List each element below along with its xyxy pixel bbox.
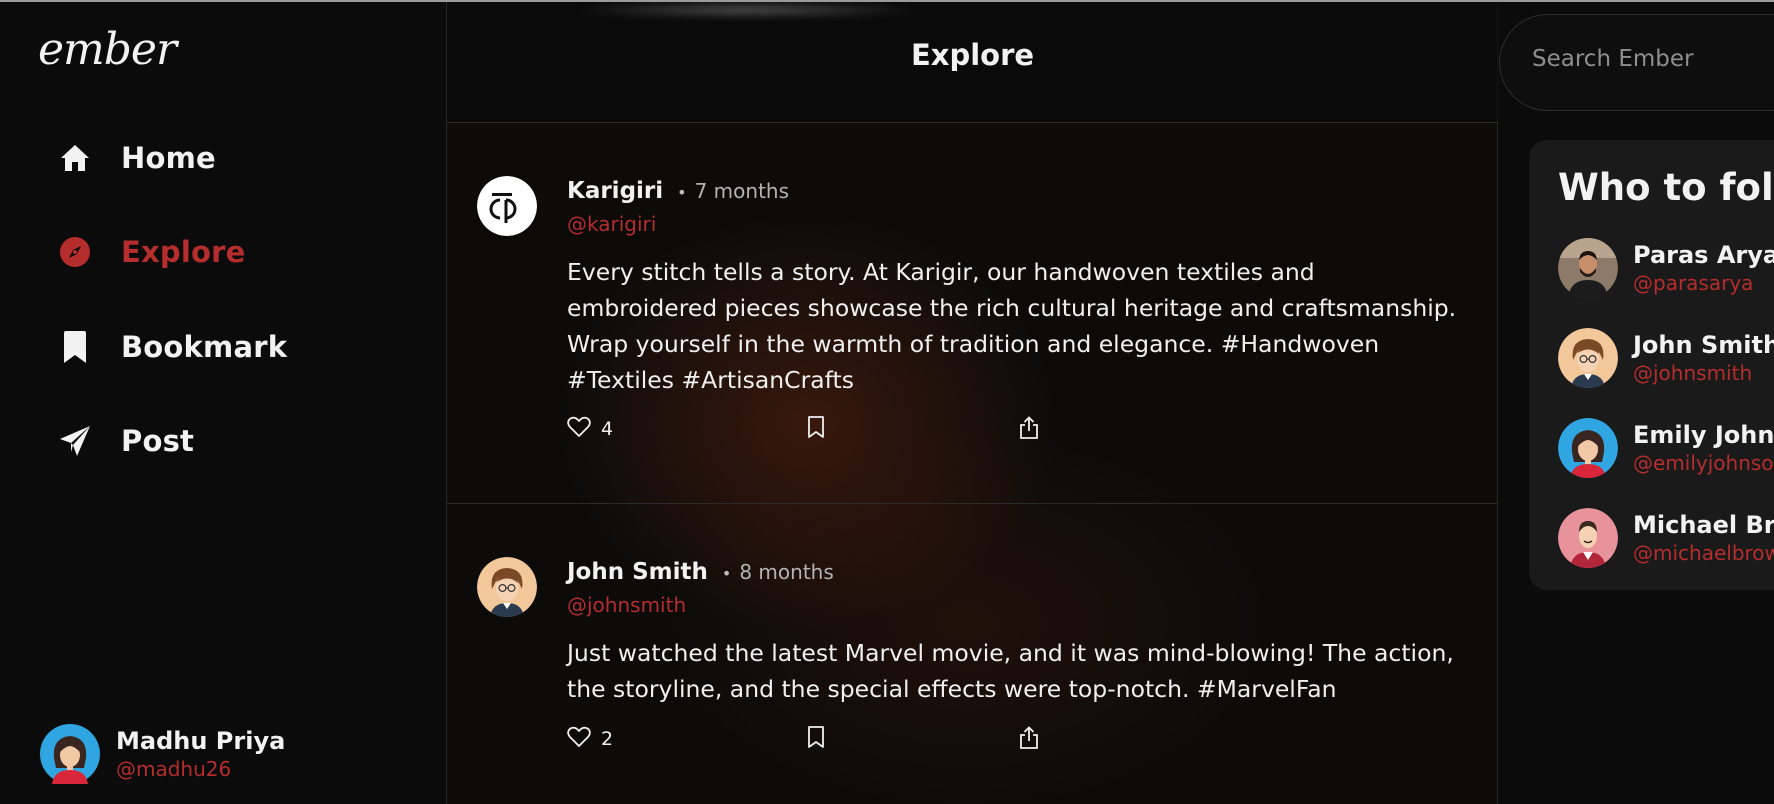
nav-item-post[interactable]: Post (55, 416, 385, 466)
follow-text: Michael Brown @michaelbrown (1633, 511, 1774, 565)
follow-handle: @parasarya (1633, 271, 1754, 295)
page-title: Explore (910, 38, 1035, 72)
post-body: Every stitch tells a story. At Karigir, … (567, 258, 1457, 394)
avatar[interactable] (477, 557, 537, 617)
post-handle[interactable]: @johnsmith (567, 593, 686, 617)
avatar (1558, 238, 1618, 298)
bookmark-outline-icon (807, 726, 825, 752)
follow-text: John Smith @johnsmith (1633, 331, 1774, 385)
right-sidebar: Who to follow Paras Arya @parasarya (1499, 2, 1774, 804)
send-icon (55, 421, 95, 461)
heart-icon (567, 726, 591, 752)
follow-name: Michael Brown (1633, 511, 1774, 539)
avatar (1558, 328, 1618, 388)
who-to-follow-panel: Who to follow Paras Arya @parasarya (1529, 140, 1774, 590)
follow-suggestion[interactable]: Emily Johnson @emilyjohnson (1558, 418, 1774, 478)
who-to-follow-title: Who to follow (1558, 166, 1774, 209)
bookmark-button[interactable] (807, 416, 825, 442)
app-window: ember Home Explore Bookmark Post Madhu P… (0, 0, 1774, 804)
like-button[interactable]: 4 (567, 416, 613, 442)
share-button[interactable] (1019, 726, 1039, 754)
follow-handle: @michaelbrown (1633, 541, 1774, 565)
post-actions: 2 (567, 726, 1087, 756)
current-user-card[interactable]: Madhu Priya @madhu26 (40, 724, 285, 784)
bookmark-icon (55, 327, 95, 367)
post-header: Karigiri • 7 months (567, 178, 789, 204)
ember-logo[interactable]: ember (38, 24, 177, 75)
nav-label-post: Post (121, 424, 195, 458)
search-box[interactable] (1499, 14, 1774, 111)
follow-text: Emily Johnson @emilyjohnson (1633, 421, 1774, 475)
nav-item-bookmark[interactable]: Bookmark (55, 322, 385, 372)
follow-name: John Smith (1633, 331, 1774, 359)
current-user-text: Madhu Priya @madhu26 (116, 727, 285, 781)
follow-suggestion[interactable]: Michael Brown @michaelbrown (1558, 508, 1774, 568)
feed-header: Explore (447, 2, 1498, 123)
like-count: 2 (601, 728, 614, 750)
follow-name: Paras Arya (1633, 241, 1774, 269)
separator-dot: • (721, 564, 732, 583)
share-button[interactable] (1019, 416, 1039, 444)
post-body: Just watched the latest Marvel movie, an… (567, 639, 1454, 703)
header-blur (567, 2, 927, 18)
post-author[interactable]: John Smith (567, 559, 708, 585)
home-icon (55, 138, 95, 178)
post-header: John Smith • 8 months (567, 559, 834, 585)
left-sidebar: ember Home Explore Bookmark Post Madhu P… (0, 2, 447, 804)
follow-handle: @johnsmith (1633, 361, 1753, 385)
nav-item-home[interactable]: Home (55, 133, 385, 183)
like-count: 4 (601, 418, 614, 440)
follow-name: Emily Johnson (1633, 421, 1774, 449)
post-handle[interactable]: @karigiri (567, 212, 656, 236)
post-time: 8 months (739, 560, 834, 584)
compass-icon (55, 232, 95, 272)
post[interactable]: Karigiri • 7 months @karigiri Every stit… (447, 124, 1498, 504)
share-icon (1019, 726, 1039, 754)
share-icon (1019, 416, 1039, 444)
nav-label-home: Home (121, 141, 216, 175)
heart-icon (567, 416, 591, 442)
feed[interactable]: Explore Karigiri • 7 months @karigiri Ev… (447, 2, 1498, 804)
avatar (40, 724, 100, 784)
avatar[interactable] (477, 176, 537, 236)
avatar (1558, 508, 1618, 568)
follow-suggestion[interactable]: John Smith @johnsmith (1558, 328, 1774, 388)
follow-text: Paras Arya @parasarya (1633, 241, 1774, 295)
nav-item-explore[interactable]: Explore (55, 227, 385, 277)
follow-suggestion[interactable]: Paras Arya @parasarya (1558, 238, 1774, 298)
post[interactable]: John Smith • 8 months @johnsmith Just wa… (447, 505, 1498, 804)
bookmark-outline-icon (807, 416, 825, 442)
bookmark-button[interactable] (807, 726, 825, 752)
follow-handle: @emilyjohnson (1633, 451, 1774, 475)
nav-label-bookmark: Bookmark (121, 330, 288, 364)
avatar (1558, 418, 1618, 478)
nav-label-explore: Explore (121, 235, 246, 269)
like-button[interactable]: 2 (567, 726, 613, 752)
current-user-handle: @madhu26 (116, 757, 232, 781)
post-time: 7 months (694, 179, 790, 203)
current-user-name: Madhu Priya (116, 727, 286, 755)
post-author[interactable]: Karigiri (567, 178, 663, 204)
post-actions: 4 (567, 416, 1087, 446)
search-input[interactable] (1530, 45, 1774, 73)
separator-dot: • (677, 183, 687, 202)
